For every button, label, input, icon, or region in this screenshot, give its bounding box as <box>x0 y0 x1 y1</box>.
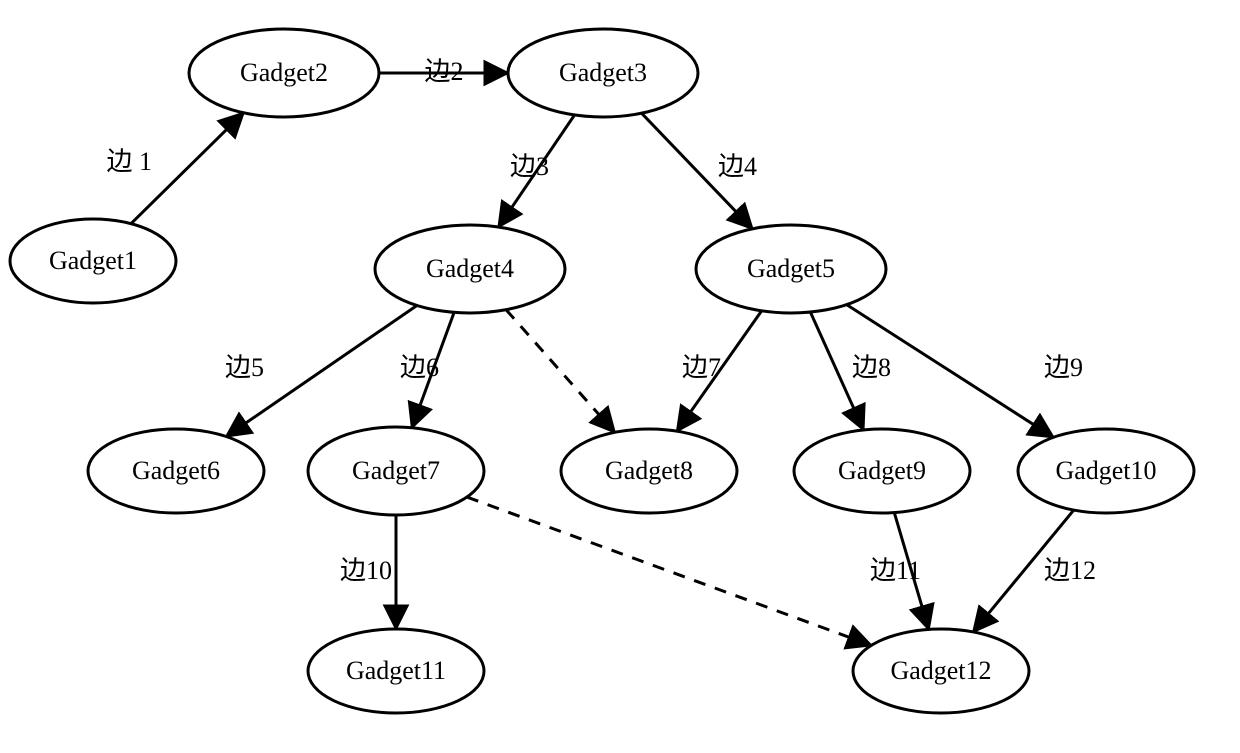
node-label: Gadget9 <box>838 456 926 485</box>
edge-label-e4: 边4 <box>718 152 757 181</box>
edge-label-e5: 边5 <box>225 353 264 382</box>
node-label: Gadget2 <box>240 58 328 87</box>
node-n12: Gadget12 <box>853 629 1029 713</box>
node-label: Gadget12 <box>890 656 991 685</box>
gadget-graph-diagram: 边 1边2边3边4边5边6边7边8边9边10边11边12Gadget1Gadge… <box>0 0 1240 753</box>
node-label: Gadget8 <box>605 456 693 485</box>
edge-e13 <box>506 310 615 433</box>
node-label: Gadget5 <box>747 254 835 283</box>
node-n5: Gadget5 <box>696 225 886 313</box>
node-label: Gadget4 <box>426 254 514 283</box>
node-n11: Gadget11 <box>308 629 484 713</box>
edge-label-e12: 边12 <box>1044 556 1096 585</box>
node-label: Gadget10 <box>1055 456 1156 485</box>
node-n4: Gadget4 <box>375 225 565 313</box>
edge-label-e1: 边 1 <box>106 147 152 176</box>
edge-label-e2: 边2 <box>424 57 463 86</box>
edge-label-e7: 边7 <box>682 353 721 382</box>
node-n1: Gadget1 <box>10 219 176 303</box>
node-n3: Gadget3 <box>508 29 698 117</box>
edge-label-e9: 边9 <box>1044 353 1083 382</box>
node-n10: Gadget10 <box>1018 429 1194 513</box>
node-n8: Gadget8 <box>561 429 737 513</box>
edge-e14 <box>467 497 871 645</box>
edge-label-e6: 边6 <box>400 353 439 382</box>
node-n2: Gadget2 <box>189 29 379 117</box>
node-n9: Gadget9 <box>794 429 970 513</box>
nodes-group: Gadget1 Gadget2 Gadget3 Gadget4 Gadget5 Gadge… <box>10 29 1194 713</box>
edge-label-e3: 边3 <box>510 152 549 181</box>
node-label: Gadget3 <box>559 58 647 87</box>
node-n7: Gadget7 <box>308 427 484 515</box>
node-label: Gadget7 <box>352 456 440 485</box>
edges-group: 边 1 边2 边3 边4 边5 边6 边7 边8 边9 边10 边11 边12 <box>106 57 1096 645</box>
node-label: Gadget6 <box>132 456 220 485</box>
node-label: Gadget1 <box>49 246 137 275</box>
node-n6: Gadget6 <box>88 429 264 513</box>
edge-label-e8: 边8 <box>852 353 891 382</box>
node-label: Gadget11 <box>346 656 446 685</box>
edge-label-e10: 边10 <box>340 556 392 585</box>
edge-label-e11: 边11 <box>870 556 921 585</box>
